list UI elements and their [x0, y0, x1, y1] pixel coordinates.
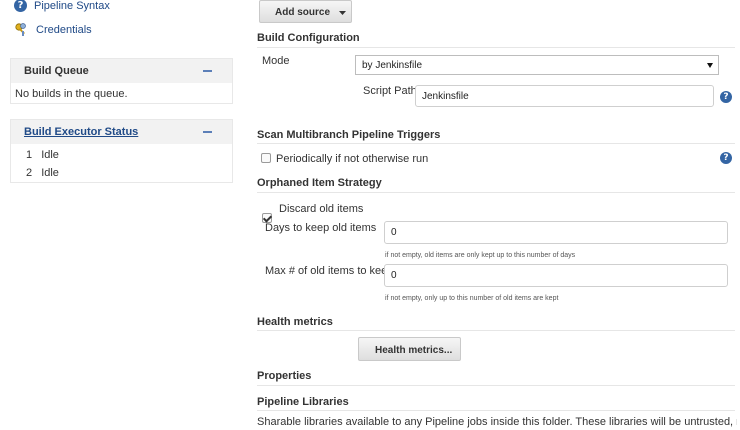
periodic-checkbox[interactable]: [261, 153, 271, 163]
help-icon: ?: [14, 0, 27, 12]
mode-select-value: by Jenkinsfile: [362, 59, 423, 71]
divider: [257, 330, 735, 331]
health-metrics-title: Health metrics: [257, 316, 333, 328]
divider: [257, 47, 735, 48]
mode-label: Mode: [262, 55, 290, 67]
max-old-items-hint: if not empty, only up to this number of …: [385, 295, 559, 302]
triggers-title: Scan Multibranch Pipeline Triggers: [257, 129, 441, 141]
add-source-label: Add source: [275, 7, 331, 18]
max-old-items-label: Max # of old items to keep: [265, 265, 394, 277]
executor-number: 2: [26, 167, 33, 179]
days-to-keep-value: 0: [391, 227, 397, 238]
sidebar-link-label: Credentials: [36, 23, 92, 36]
build-configuration-title: Build Configuration: [257, 32, 360, 44]
orphaned-title: Orphaned Item Strategy: [257, 177, 382, 189]
executor-state: Idle: [41, 167, 59, 179]
executor-number: 1: [26, 149, 33, 161]
help-icon[interactable]: ?: [720, 152, 732, 164]
divider: [257, 192, 735, 193]
executor-row: 2 Idle: [26, 167, 59, 179]
health-metrics-button-label: Health metrics...: [375, 345, 453, 356]
divider: [257, 410, 735, 411]
sidebar-link-credentials[interactable]: Credentials: [14, 22, 92, 37]
build-queue-empty-text: No builds in the queue.: [15, 88, 128, 100]
periodic-label: Periodically if not otherwise run: [276, 153, 429, 165]
divider: [257, 143, 735, 144]
script-path-input[interactable]: Jenkinsfile: [415, 85, 714, 107]
chevron-down-icon: [707, 62, 713, 68]
build-executor-panel: Build Executor Status 1 Idle 2 Idle: [10, 119, 233, 183]
dropdown-caret-icon: [339, 11, 346, 15]
divider: [257, 385, 735, 386]
sidebar-link-label: Pipeline Syntax: [34, 0, 110, 12]
build-executor-header: Build Executor Status: [11, 120, 232, 144]
build-queue-header: Build Queue: [11, 59, 232, 83]
script-path-label: Script Path: [363, 85, 417, 97]
collapse-icon[interactable]: [203, 70, 212, 72]
collapse-icon[interactable]: [203, 131, 212, 133]
days-to-keep-hint: if not empty, old items are only kept up…: [385, 252, 576, 259]
discard-old-items-label: Discard old items: [279, 203, 364, 215]
days-to-keep-label: Days to keep old items: [265, 222, 377, 234]
executor-row: 1 Idle: [26, 149, 59, 161]
script-path-value: Jenkinsfile: [422, 90, 469, 102]
sidebar-link-pipeline-syntax[interactable]: ? Pipeline Syntax: [14, 0, 110, 12]
pipeline-libraries-title: Pipeline Libraries: [257, 396, 349, 408]
build-executor-title[interactable]: Build Executor Status: [24, 126, 138, 138]
max-old-items-input[interactable]: 0: [384, 264, 728, 287]
build-queue-panel: Build Queue No builds in the queue.: [10, 58, 233, 104]
days-to-keep-input[interactable]: 0: [384, 221, 728, 244]
properties-title: Properties: [257, 370, 312, 382]
mode-select[interactable]: by Jenkinsfile: [355, 55, 719, 75]
help-icon[interactable]: ?: [720, 91, 732, 103]
build-queue-title: Build Queue: [24, 65, 89, 77]
pipeline-libraries-description: Sharable libraries available to any Pipe…: [257, 416, 737, 428]
add-source-button[interactable]: Add source: [259, 0, 352, 23]
executor-state: Idle: [41, 149, 59, 161]
max-old-items-value: 0: [391, 270, 397, 281]
health-metrics-button[interactable]: Health metrics...: [358, 337, 461, 361]
credentials-keys-icon: [15, 23, 26, 36]
